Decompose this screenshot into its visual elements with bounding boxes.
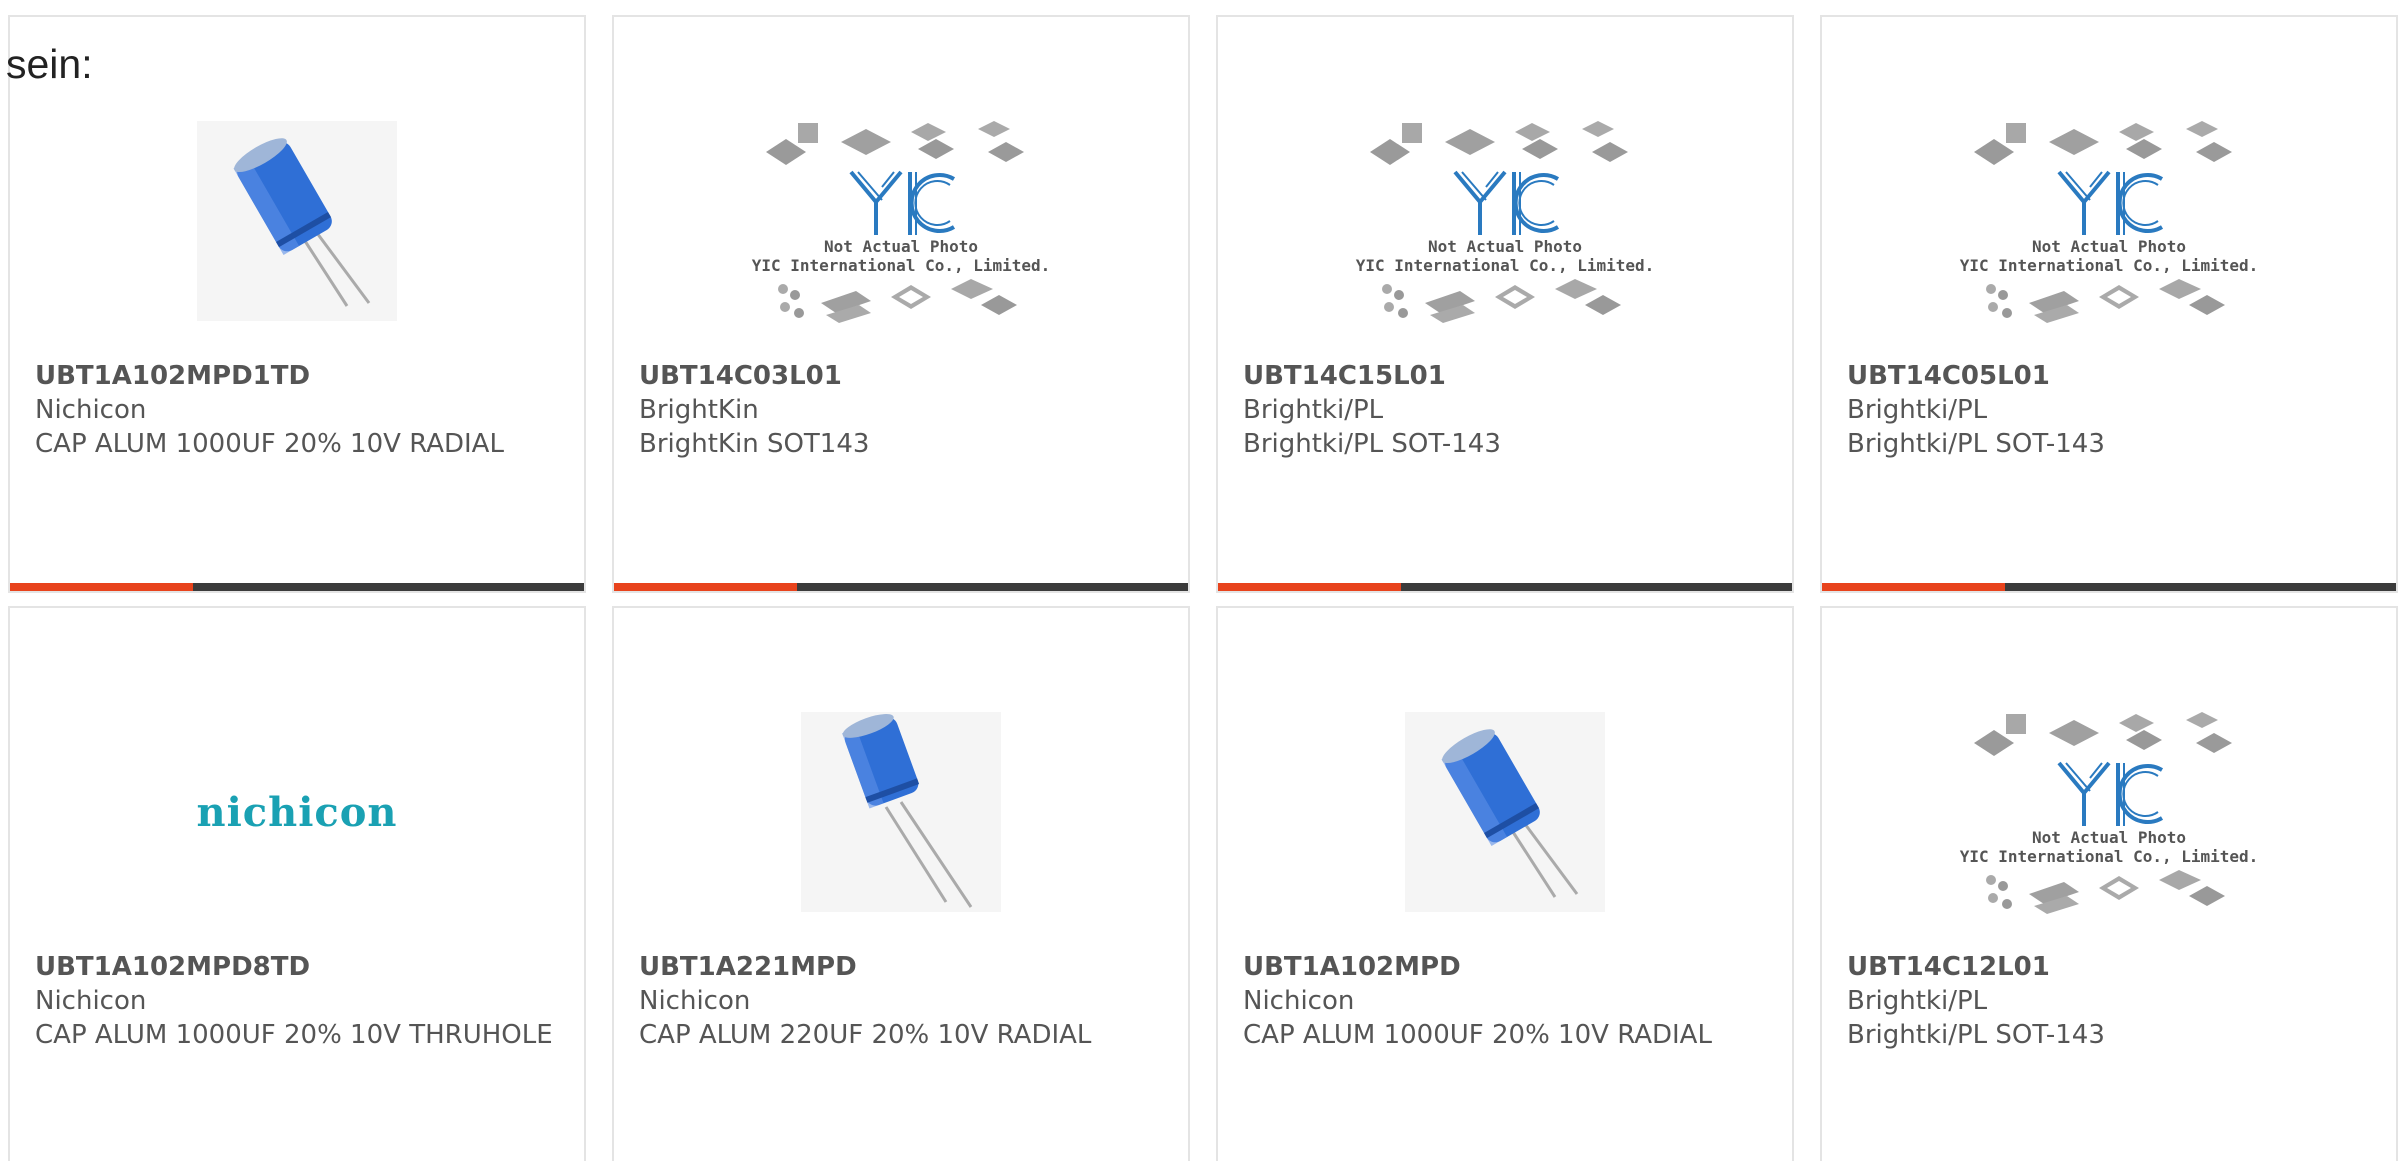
brand: Nichicon [639,986,751,1016]
description: CAP ALUM 220UF 20% 10V RADIAL [639,1020,1092,1050]
product-image [10,77,584,365]
chip-icons-bottom [1382,279,1621,323]
product-card[interactable]: Not Actual Photo YIC International Co., … [1820,15,2398,593]
chip-icons-bottom [1986,870,2225,914]
placeholder-line1: Not Actual Photo [823,237,979,256]
part-number[interactable]: UBT14C15L01 [1243,359,1772,393]
placeholder-line2: YIC International Co., Limited. [1355,256,1655,275]
part-number[interactable]: UBT14C12L01 [1847,950,2376,984]
description: BrightKin SOT143 [639,429,870,459]
product-info: UBT14C03L01 BrightKin BrightKin SOT143 [639,359,1168,461]
description: CAP ALUM 1000UF 20% 10V THRUHOLE [35,1020,553,1050]
placeholder-caption: Not Actual Photo YIC International Co., … [752,237,1051,275]
yic-placeholder-image: Not Actual Photo YIC International Co., … [752,117,1051,325]
part-number[interactable]: UBT1A221MPD [639,950,1168,984]
page: sein: UBT1A102MPD1TD Nichicon CAP ALUM 1… [0,0,2400,1161]
chip-icons-top [766,121,1024,165]
placeholder-line1: Not Actual Photo [2031,237,2187,256]
placeholder-caption: Not Actual Photo YIC International Co., … [1356,237,1655,275]
placeholder-caption: Not Actual Photo YIC International Co., … [1960,828,2259,866]
product-card[interactable]: Not Actual Photo YIC International Co., … [612,15,1190,593]
product-info: UBT1A102MPD8TD Nichicon CAP ALUM 1000UF … [35,950,564,1052]
placeholder-line2: YIC International Co., Limited. [751,256,1051,275]
brand: Brightki/PL [1847,986,1988,1016]
chip-icons-top [1370,121,1628,165]
chip-icons-bottom [1986,279,2225,323]
card-bottom-bar [10,583,584,591]
description: Brightki/PL SOT-143 [1847,429,2105,459]
placeholder-caption: Not Actual Photo YIC International Co., … [1960,237,2259,275]
description: CAP ALUM 1000UF 20% 10V RADIAL [35,429,504,459]
yic-placeholder-image: Not Actual Photo YIC International Co., … [1960,117,2259,325]
brand: Nichicon [35,395,147,425]
product-image: Not Actual Photo YIC International Co., … [1218,77,1792,365]
nichicon-logo: nichicon [196,788,398,836]
chip-icons-top [1974,712,2232,756]
product-card[interactable]: nichicon UBT1A102MPD8TD Nichicon CAP ALU… [8,606,586,1161]
product-image: nichicon [10,668,584,956]
product-info: UBT1A102MPD Nichicon CAP ALUM 1000UF 20%… [1243,950,1772,1052]
product-image [1218,668,1792,956]
accent-bar [614,583,797,591]
product-info: UBT14C05L01 Brightki/PL Brightki/PL SOT-… [1847,359,2376,461]
card-bottom-bar [614,583,1188,591]
capacitor-icon [801,712,1001,912]
yic-logo-icon [1453,170,1560,235]
yic-logo-icon [2057,761,2164,826]
placeholder-line1: Not Actual Photo [2031,828,2187,847]
accent-bar [1218,583,1401,591]
product-card[interactable]: Not Actual Photo YIC International Co., … [1216,15,1794,593]
card-bottom-bar [1218,583,1792,591]
yic-logo-icon [2057,170,2164,235]
product-info: UBT1A221MPD Nichicon CAP ALUM 220UF 20% … [639,950,1168,1052]
brand: BrightKin [639,395,759,425]
chip-icons-bottom [778,279,1017,323]
lead-text: sein: [6,41,93,87]
part-number[interactable]: UBT1A102MPD [1243,950,1772,984]
product-info: UBT1A102MPD1TD Nichicon CAP ALUM 1000UF … [35,359,564,461]
product-image: Not Actual Photo YIC International Co., … [1822,668,2396,956]
yic-logo-icon [849,170,956,235]
capacitor-icon [1405,712,1605,912]
part-number[interactable]: UBT1A102MPD1TD [35,359,564,393]
placeholder-line2: YIC International Co., Limited. [1959,847,2259,866]
description: Brightki/PL SOT-143 [1243,429,1501,459]
product-card[interactable]: UBT1A102MPD Nichicon CAP ALUM 1000UF 20%… [1216,606,1794,1161]
brand: Brightki/PL [1243,395,1384,425]
placeholder-line2: YIC International Co., Limited. [1959,256,2259,275]
description: CAP ALUM 1000UF 20% 10V RADIAL [1243,1020,1712,1050]
yic-placeholder-image: Not Actual Photo YIC International Co., … [1960,708,2259,916]
part-number[interactable]: UBT14C05L01 [1847,359,2376,393]
brand: Nichicon [35,986,147,1016]
product-info: UBT14C12L01 Brightki/PL Brightki/PL SOT-… [1847,950,2376,1052]
product-image: Not Actual Photo YIC International Co., … [614,77,1188,365]
product-card[interactable]: Not Actual Photo YIC International Co., … [1820,606,2398,1161]
accent-bar [1822,583,2005,591]
brand: Nichicon [1243,986,1355,1016]
part-number[interactable]: UBT14C03L01 [639,359,1168,393]
product-image: Not Actual Photo YIC International Co., … [1822,77,2396,365]
brand: Brightki/PL [1847,395,1988,425]
chip-icons-top [1974,121,2232,165]
product-card[interactable]: UBT1A221MPD Nichicon CAP ALUM 220UF 20% … [612,606,1190,1161]
accent-bar [10,583,193,591]
card-bottom-bar [1822,583,2396,591]
capacitor-icon [197,121,397,321]
product-info: UBT14C15L01 Brightki/PL Brightki/PL SOT-… [1243,359,1772,461]
part-number[interactable]: UBT1A102MPD8TD [35,950,564,984]
product-grid: UBT1A102MPD1TD Nichicon CAP ALUM 1000UF … [8,15,2398,1161]
description: Brightki/PL SOT-143 [1847,1020,2105,1050]
placeholder-line1: Not Actual Photo [1427,237,1583,256]
product-image [614,668,1188,956]
product-card[interactable]: UBT1A102MPD1TD Nichicon CAP ALUM 1000UF … [8,15,586,593]
yic-placeholder-image: Not Actual Photo YIC International Co., … [1356,117,1655,325]
